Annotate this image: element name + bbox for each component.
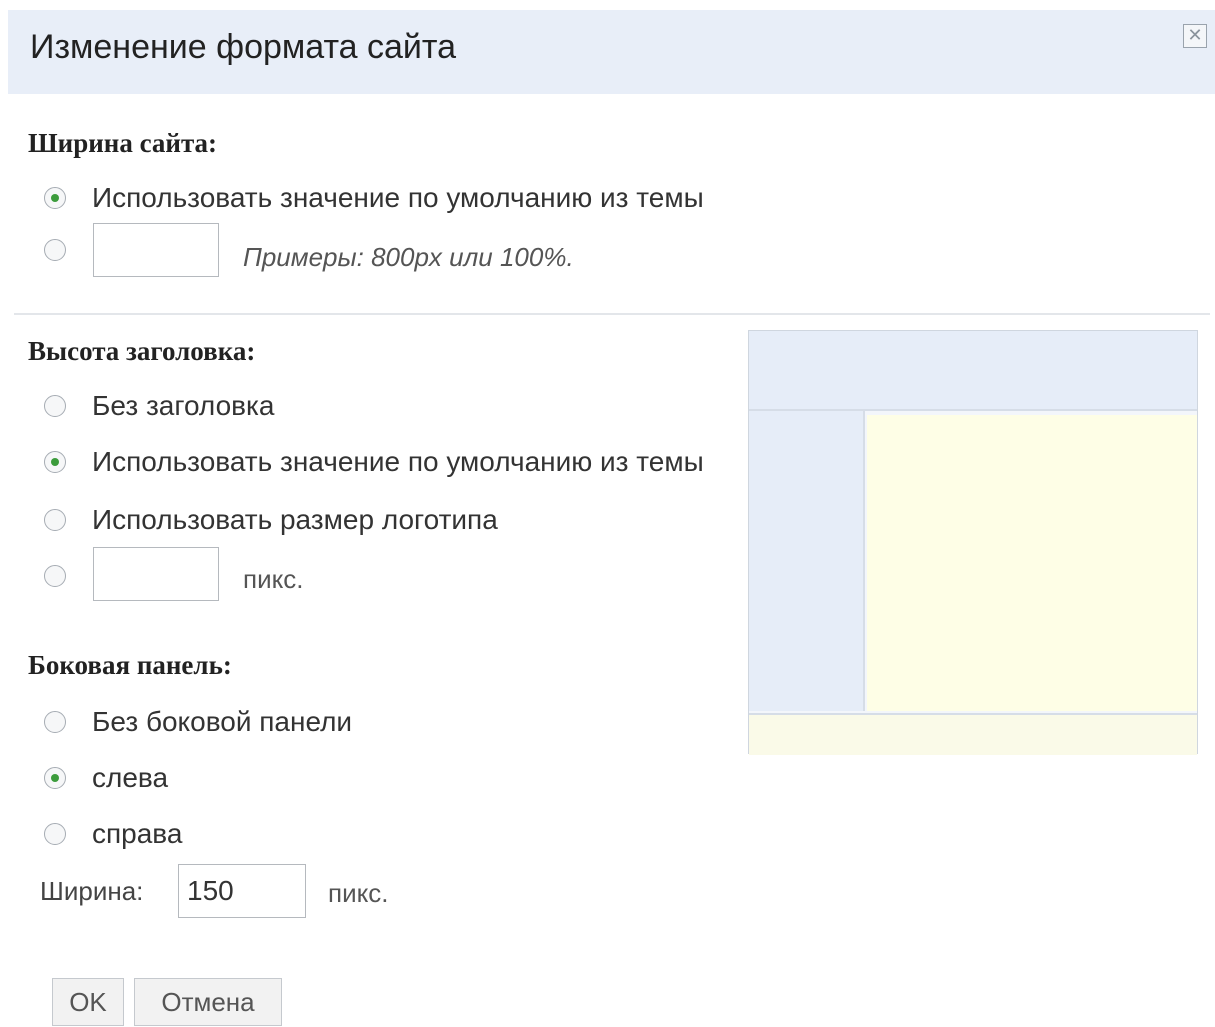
site-width-default-option[interactable]: Использовать значение по умолчанию из те…	[44, 182, 704, 214]
sidebar-left-radio[interactable]	[44, 767, 66, 789]
dialog-title: Изменение формата сайта	[30, 28, 456, 66]
preview-footer-block	[749, 713, 1197, 755]
close-icon[interactable]: ✕	[1183, 24, 1207, 48]
format-dialog: Изменение формата сайта ✕ Ширина сайта: …	[0, 0, 1215, 1027]
header-default-label: Использовать значение по умолчанию из те…	[92, 446, 704, 477]
dialog-titlebar: Изменение формата сайта ✕	[8, 10, 1215, 94]
header-custom-option[interactable]	[44, 560, 92, 592]
header-none-option[interactable]: Без заголовка	[44, 390, 274, 422]
sidebar-right-label: справа	[92, 818, 183, 849]
site-width-default-radio[interactable]	[44, 187, 66, 209]
header-default-option[interactable]: Использовать значение по умолчанию из те…	[44, 446, 704, 478]
sidebar-left-label: слева	[92, 762, 169, 793]
site-width-default-label: Использовать значение по умолчанию из те…	[92, 182, 704, 213]
header-logo-option[interactable]: Использовать размер логотипа	[44, 504, 498, 536]
header-default-option-clip: Использовать значение по умолчанию из те…	[44, 446, 744, 480]
sidebar-heading: Боковая панель:	[28, 650, 232, 680]
sidebar-width-unit: пикс.	[328, 878, 389, 908]
header-default-radio[interactable]	[44, 451, 66, 473]
cancel-button[interactable]: Отмена	[134, 978, 282, 1026]
site-width-input[interactable]	[93, 223, 219, 277]
header-custom-radio[interactable]	[44, 565, 66, 587]
sidebar-width-input[interactable]	[178, 864, 306, 918]
sidebar-right-radio[interactable]	[44, 823, 66, 845]
site-width-hint: Примеры: 800px или 100%.	[243, 242, 574, 272]
header-logo-label: Использовать размер логотипа	[92, 504, 498, 535]
ok-button[interactable]: OK	[52, 978, 124, 1026]
sidebar-right-option[interactable]: справа	[44, 818, 182, 850]
header-height-unit: пикс.	[243, 564, 304, 594]
site-width-custom-option[interactable]	[44, 234, 92, 266]
preview-sidebar-block	[749, 411, 865, 711]
header-none-label: Без заголовка	[92, 390, 275, 421]
header-height-heading: Высота заголовка:	[28, 336, 256, 366]
sidebar-left-option[interactable]: слева	[44, 762, 168, 794]
header-height-input[interactable]	[93, 547, 219, 601]
site-width-custom-radio[interactable]	[44, 239, 66, 261]
section-divider	[14, 313, 1210, 315]
layout-preview	[748, 330, 1198, 755]
sidebar-none-radio[interactable]	[44, 711, 66, 733]
preview-header-block	[749, 331, 1197, 411]
preview-main-block	[867, 415, 1197, 711]
sidebar-none-label: Без боковой панели	[92, 706, 353, 737]
sidebar-none-option[interactable]: Без боковой панели	[44, 706, 352, 738]
header-none-radio[interactable]	[44, 395, 66, 417]
site-width-heading: Ширина сайта:	[28, 128, 218, 158]
sidebar-width-label: Ширина:	[40, 876, 144, 906]
header-logo-radio[interactable]	[44, 509, 66, 531]
